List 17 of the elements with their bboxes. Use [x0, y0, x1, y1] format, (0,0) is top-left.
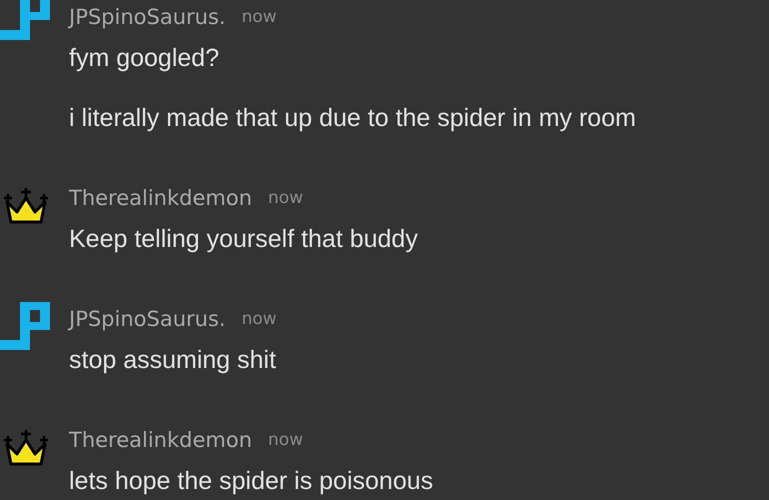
timestamp: now	[242, 6, 277, 30]
pixel-logo-icon	[0, 302, 50, 350]
message-text: i literally made that up due to the spider in my room	[69, 103, 636, 134]
crown-icon	[3, 186, 49, 226]
username[interactable]: JPSpinoSaurus.	[69, 2, 226, 34]
pixel-logo-icon	[0, 0, 50, 40]
message-text: fym googled?	[69, 43, 220, 74]
timestamp: now	[268, 187, 304, 210]
message-text: Keep telling yourself that buddy	[69, 224, 418, 255]
message-text: stop assuming shit	[69, 345, 277, 376]
username[interactable]: JPSpinoSaurus.	[69, 304, 226, 336]
crown-icon	[3, 428, 49, 468]
timestamp: now	[242, 308, 277, 332]
message-text: lets hope the spider is poisonous	[69, 466, 434, 497]
timestamp: now	[268, 429, 304, 452]
username[interactable]: Therealinkdemon	[69, 425, 252, 457]
username[interactable]: Therealinkdemon	[69, 183, 252, 215]
